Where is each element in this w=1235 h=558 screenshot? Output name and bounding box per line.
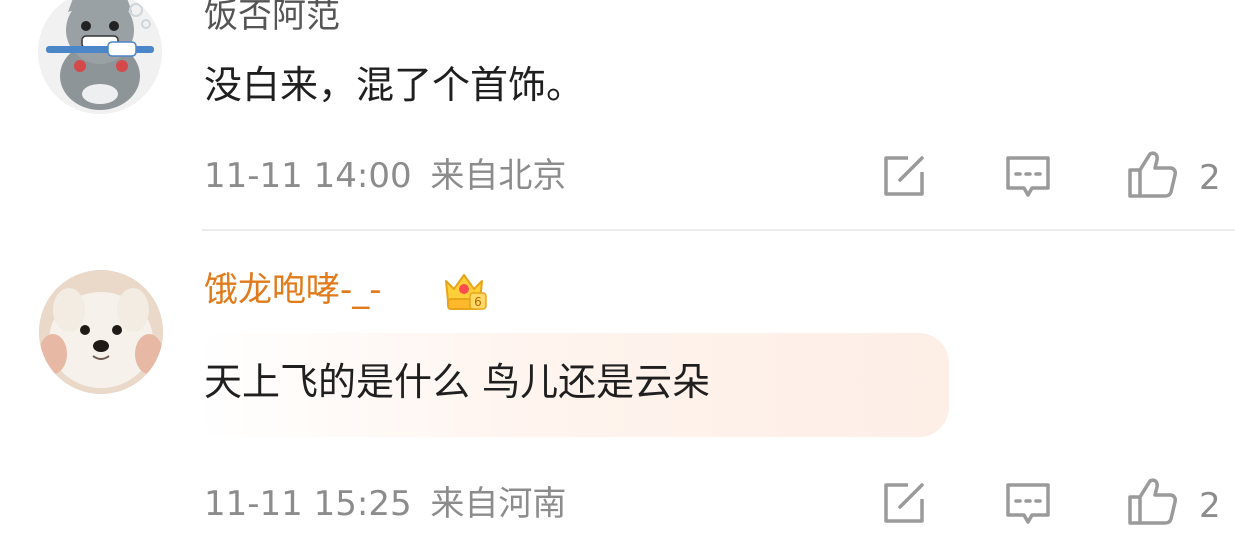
comment-time: 11-11 14:00 [204, 156, 412, 196]
share-button[interactable] [878, 150, 930, 202]
username[interactable]: 饭否阿范 [204, 0, 340, 36]
username-text: 饿龙咆哮-_- [204, 270, 382, 310]
thumbs-up-icon [1128, 151, 1177, 198]
comment-item: 饭否阿范 没白来，混了个首饰。 11-11 14:00 来自北京 2 [0, 0, 1235, 230]
cat-avatar-icon [38, 0, 162, 114]
crown-icon: 6 [445, 274, 487, 310]
thumbs-up-icon [1128, 478, 1177, 525]
like-count: 2 [1199, 486, 1221, 526]
comment-item: 饿龙咆哮-_- 6 天上飞的是什么 鸟儿还是云朵 11-11 15:25 来自河… [0, 230, 1235, 558]
comment-meta: 11-11 15:25 来自河南 [204, 484, 566, 524]
share-icon [884, 156, 924, 196]
comment-icon [1006, 483, 1050, 524]
badge-level: 6 [474, 295, 482, 309]
comment-text: 天上飞的是什么 鸟儿还是云朵 [204, 360, 711, 404]
comment-location: 来自河南 [430, 484, 567, 524]
comment-icon [1006, 156, 1050, 197]
comment-meta: 11-11 14:00 来自北京 [204, 156, 566, 196]
comment-location: 来自北京 [430, 156, 567, 196]
like-count: 2 [1199, 158, 1221, 198]
dog-avatar-icon [39, 270, 163, 394]
avatar[interactable] [38, 0, 162, 114]
username[interactable]: 饿龙咆哮-_- [204, 270, 382, 310]
vip-crown-badge[interactable]: 6 [442, 267, 488, 313]
reply-button[interactable] [1002, 477, 1054, 529]
share-icon [884, 483, 924, 523]
comment-text: 没白来，混了个首饰。 [204, 63, 585, 107]
share-button[interactable] [878, 477, 930, 529]
comment-time: 11-11 15:25 [204, 484, 412, 524]
reply-button[interactable] [1002, 150, 1054, 202]
like-button[interactable] [1126, 148, 1178, 200]
like-button[interactable] [1126, 475, 1178, 527]
avatar[interactable] [39, 270, 163, 394]
